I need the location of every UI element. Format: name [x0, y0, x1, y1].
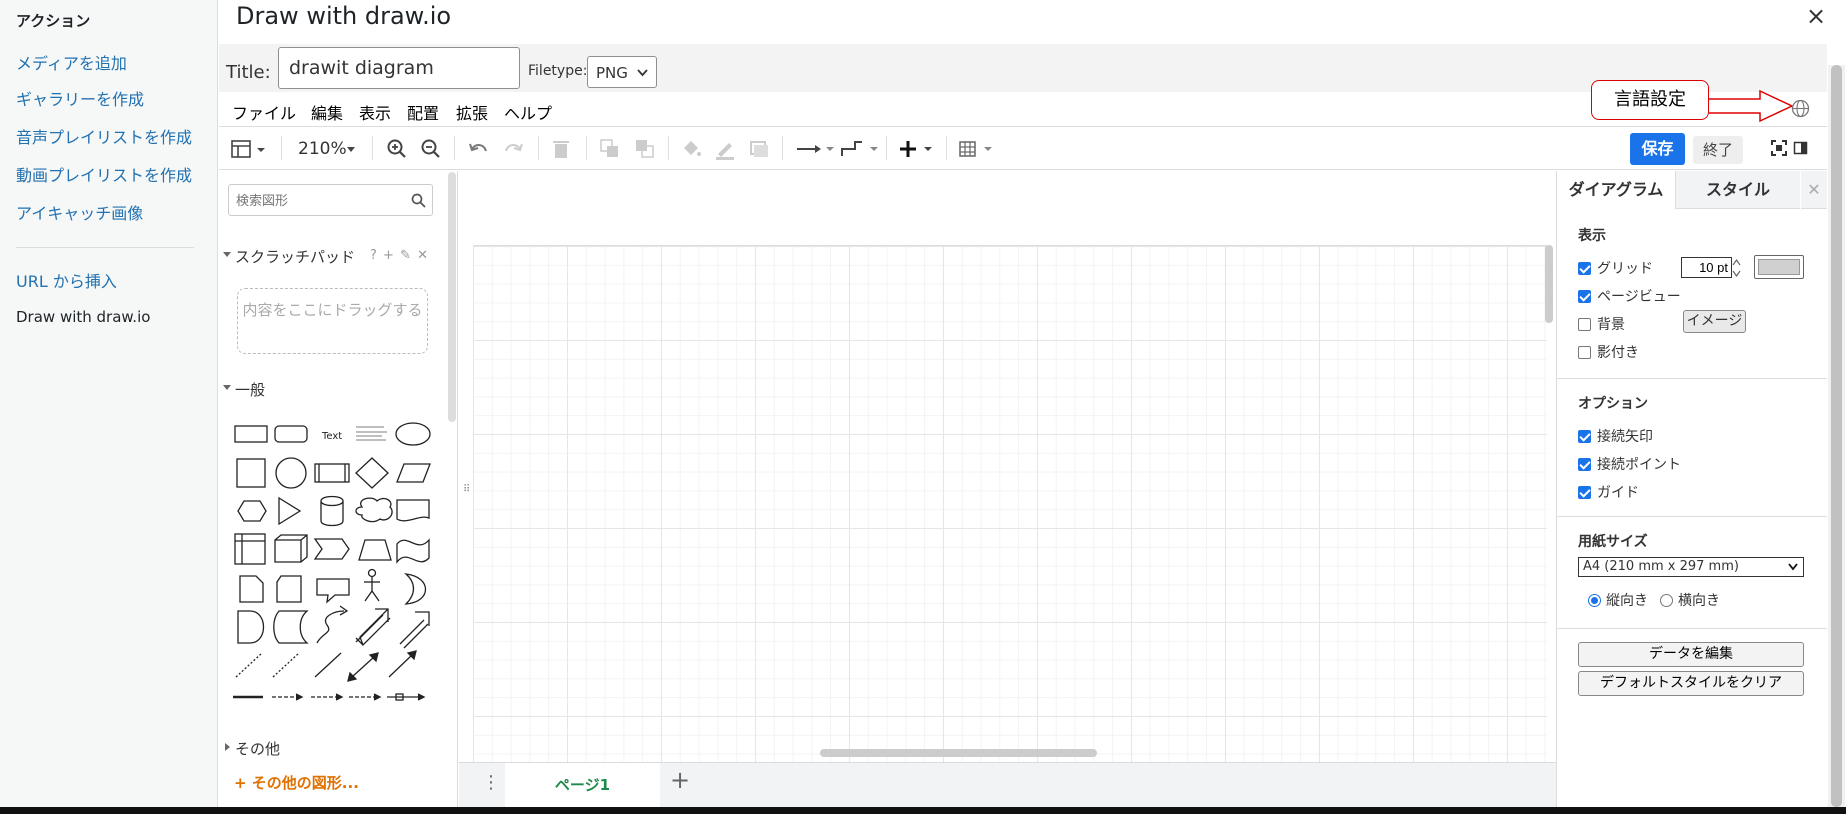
language-callout: 言語設定 — [1591, 80, 1709, 120]
more-shapes-link[interactable]: + その他の図形... — [234, 772, 359, 793]
tab-diagram[interactable]: ダイアグラム — [1557, 171, 1675, 209]
undo-icon[interactable] — [468, 140, 490, 158]
menu-extras[interactable]: 拡張 — [456, 100, 488, 124]
modal-title: Draw with draw.io — [236, 2, 452, 30]
menu-file[interactable]: ファイル — [232, 100, 296, 124]
zoom-out-icon[interactable] — [420, 138, 442, 160]
draw-with-drawio-link[interactable]: Draw with draw.io — [16, 308, 150, 326]
globe-icon[interactable] — [1791, 99, 1810, 118]
canvas-horizontal-scrollbar[interactable] — [820, 749, 1097, 757]
general-shapes-grid[interactable]: Text — [232, 419, 442, 709]
search-icon[interactable] — [411, 193, 426, 208]
shadow-checkbox[interactable]: 影付き — [1578, 342, 1639, 362]
sidebar-divider — [16, 247, 194, 248]
chevron-down-icon — [637, 69, 648, 77]
title-input[interactable] — [278, 47, 520, 89]
options-heading: オプション — [1578, 396, 1648, 412]
filetype-select[interactable]: PNG — [587, 56, 657, 88]
diagram-canvas[interactable] — [459, 171, 1556, 765]
format-panel-toggle-icon[interactable] — [1793, 140, 1809, 156]
insert-plus-icon[interactable] — [898, 138, 938, 160]
grid-color-swatch[interactable] — [1754, 255, 1804, 279]
shape-palette[interactable]: Text — [232, 419, 442, 709]
fill-color-icon — [684, 141, 701, 156]
connection-arrows-checkbox[interactable]: 接続矢印 — [1578, 426, 1653, 446]
line-color-icon — [716, 143, 734, 160]
menu-help[interactable]: ヘルプ — [504, 100, 552, 124]
general-section-title[interactable]: 一般 — [235, 379, 265, 400]
background-checkbox[interactable]: 背景 — [1578, 314, 1625, 334]
edit-data-button[interactable]: データを編集 — [1578, 642, 1804, 667]
fullscreen-icon[interactable] — [1771, 140, 1787, 156]
chevron-down-icon — [1788, 563, 1798, 571]
connection-points-checkbox[interactable]: 接続ポイント — [1578, 454, 1681, 474]
paper-size-select[interactable]: A4 (210 mm x 297 mm) — [1578, 557, 1804, 577]
svg-text:Text: Text — [321, 431, 342, 442]
zoom-in-icon[interactable] — [386, 138, 408, 160]
connection-style-icon[interactable] — [796, 140, 836, 158]
portrait-radio[interactable]: 縦向き — [1588, 590, 1648, 610]
menu-arrange[interactable]: 配置 — [407, 100, 439, 124]
paper-size-value: A4 (210 mm x 297 mm) — [1583, 559, 1739, 574]
create-video-playlist-link[interactable]: 動画プレイリストを作成 — [16, 162, 192, 186]
tab-style[interactable]: スタイル — [1675, 171, 1800, 209]
menu-edit[interactable]: 編集 — [311, 100, 343, 124]
clear-default-style-button[interactable]: デフォルトスタイルをクリア — [1578, 671, 1804, 696]
shapes-scrollbar[interactable] — [448, 172, 456, 422]
scratchpad-title[interactable]: スクラッチパッド — [235, 246, 355, 267]
guides-checkbox[interactable]: ガイド — [1578, 482, 1639, 502]
callout-arrow-icon — [1709, 89, 1794, 123]
zoom-chevron-icon[interactable] — [346, 146, 356, 154]
other-expand-icon[interactable] — [222, 742, 232, 752]
media-sidebar: アクション メディアを追加 ギャラリーを作成 音声プレイリストを作成 動画プレイ… — [0, 0, 218, 814]
grid-size-stepper-icon[interactable] — [1732, 257, 1741, 279]
to-back-icon — [636, 140, 654, 158]
filetype-label: Filetype: — [528, 63, 588, 79]
create-audio-playlist-link[interactable]: 音声プレイリストを作成 — [16, 124, 192, 148]
page-scrollbar[interactable] — [1828, 65, 1845, 807]
actions-heading: アクション — [16, 12, 91, 30]
table-icon[interactable] — [958, 138, 998, 160]
toolbar — [219, 128, 1827, 170]
shape-search-input[interactable] — [228, 184, 433, 216]
filetype-value: PNG — [596, 64, 628, 82]
waypoints-icon[interactable] — [840, 138, 880, 160]
scratchpad-actions[interactable]: ? + ✎ ✕ — [370, 248, 429, 263]
paper-size-heading: 用紙サイズ — [1578, 534, 1648, 550]
page-tab[interactable]: ページ1 — [505, 763, 660, 807]
shadow-icon — [750, 141, 768, 157]
title-label: Title: — [226, 62, 271, 83]
view-heading: 表示 — [1578, 228, 1606, 244]
add-media-link[interactable]: メディアを追加 — [16, 50, 127, 74]
insert-from-url-link[interactable]: URL から挿入 — [16, 268, 117, 292]
save-button[interactable]: 保存 — [1630, 133, 1685, 165]
format-close-icon[interactable]: ✕ — [1801, 171, 1827, 209]
redo-icon — [505, 143, 523, 152]
scratchpad-expand-icon[interactable] — [222, 251, 232, 259]
delete-icon — [553, 141, 569, 158]
bottom-strip — [0, 807, 1846, 814]
zoom-level[interactable]: 210% — [298, 138, 347, 160]
grid-size-input[interactable] — [1681, 257, 1732, 278]
scratchpad-dropzone[interactable]: 内容をここにドラッグする — [237, 288, 428, 354]
canvas-vertical-scrollbar[interactable] — [1545, 245, 1553, 323]
grid-checkbox[interactable]: グリッド — [1578, 258, 1653, 278]
general-expand-icon[interactable] — [222, 384, 232, 392]
add-page-icon[interactable]: + — [670, 766, 690, 794]
to-front-icon — [600, 139, 618, 157]
menu-view[interactable]: 表示 — [359, 100, 391, 124]
featured-image-link[interactable]: アイキャッチ画像 — [16, 200, 143, 224]
page-view-checkbox[interactable]: ページビュー — [1578, 286, 1681, 306]
close-icon[interactable]: × — [1806, 2, 1826, 30]
panels-icon[interactable] — [230, 138, 270, 160]
page-menu-icon[interactable]: ⋮ — [482, 772, 500, 793]
canvas-page-grid[interactable] — [473, 245, 1547, 765]
other-section-title[interactable]: その他 — [235, 738, 280, 759]
create-gallery-link[interactable]: ギャラリーを作成 — [16, 86, 144, 110]
exit-button[interactable]: 終了 — [1693, 136, 1743, 164]
image-button[interactable]: イメージ — [1683, 310, 1746, 333]
landscape-radio[interactable]: 横向き — [1660, 590, 1720, 610]
resize-handle-icon[interactable]: ⠿ — [463, 484, 470, 495]
